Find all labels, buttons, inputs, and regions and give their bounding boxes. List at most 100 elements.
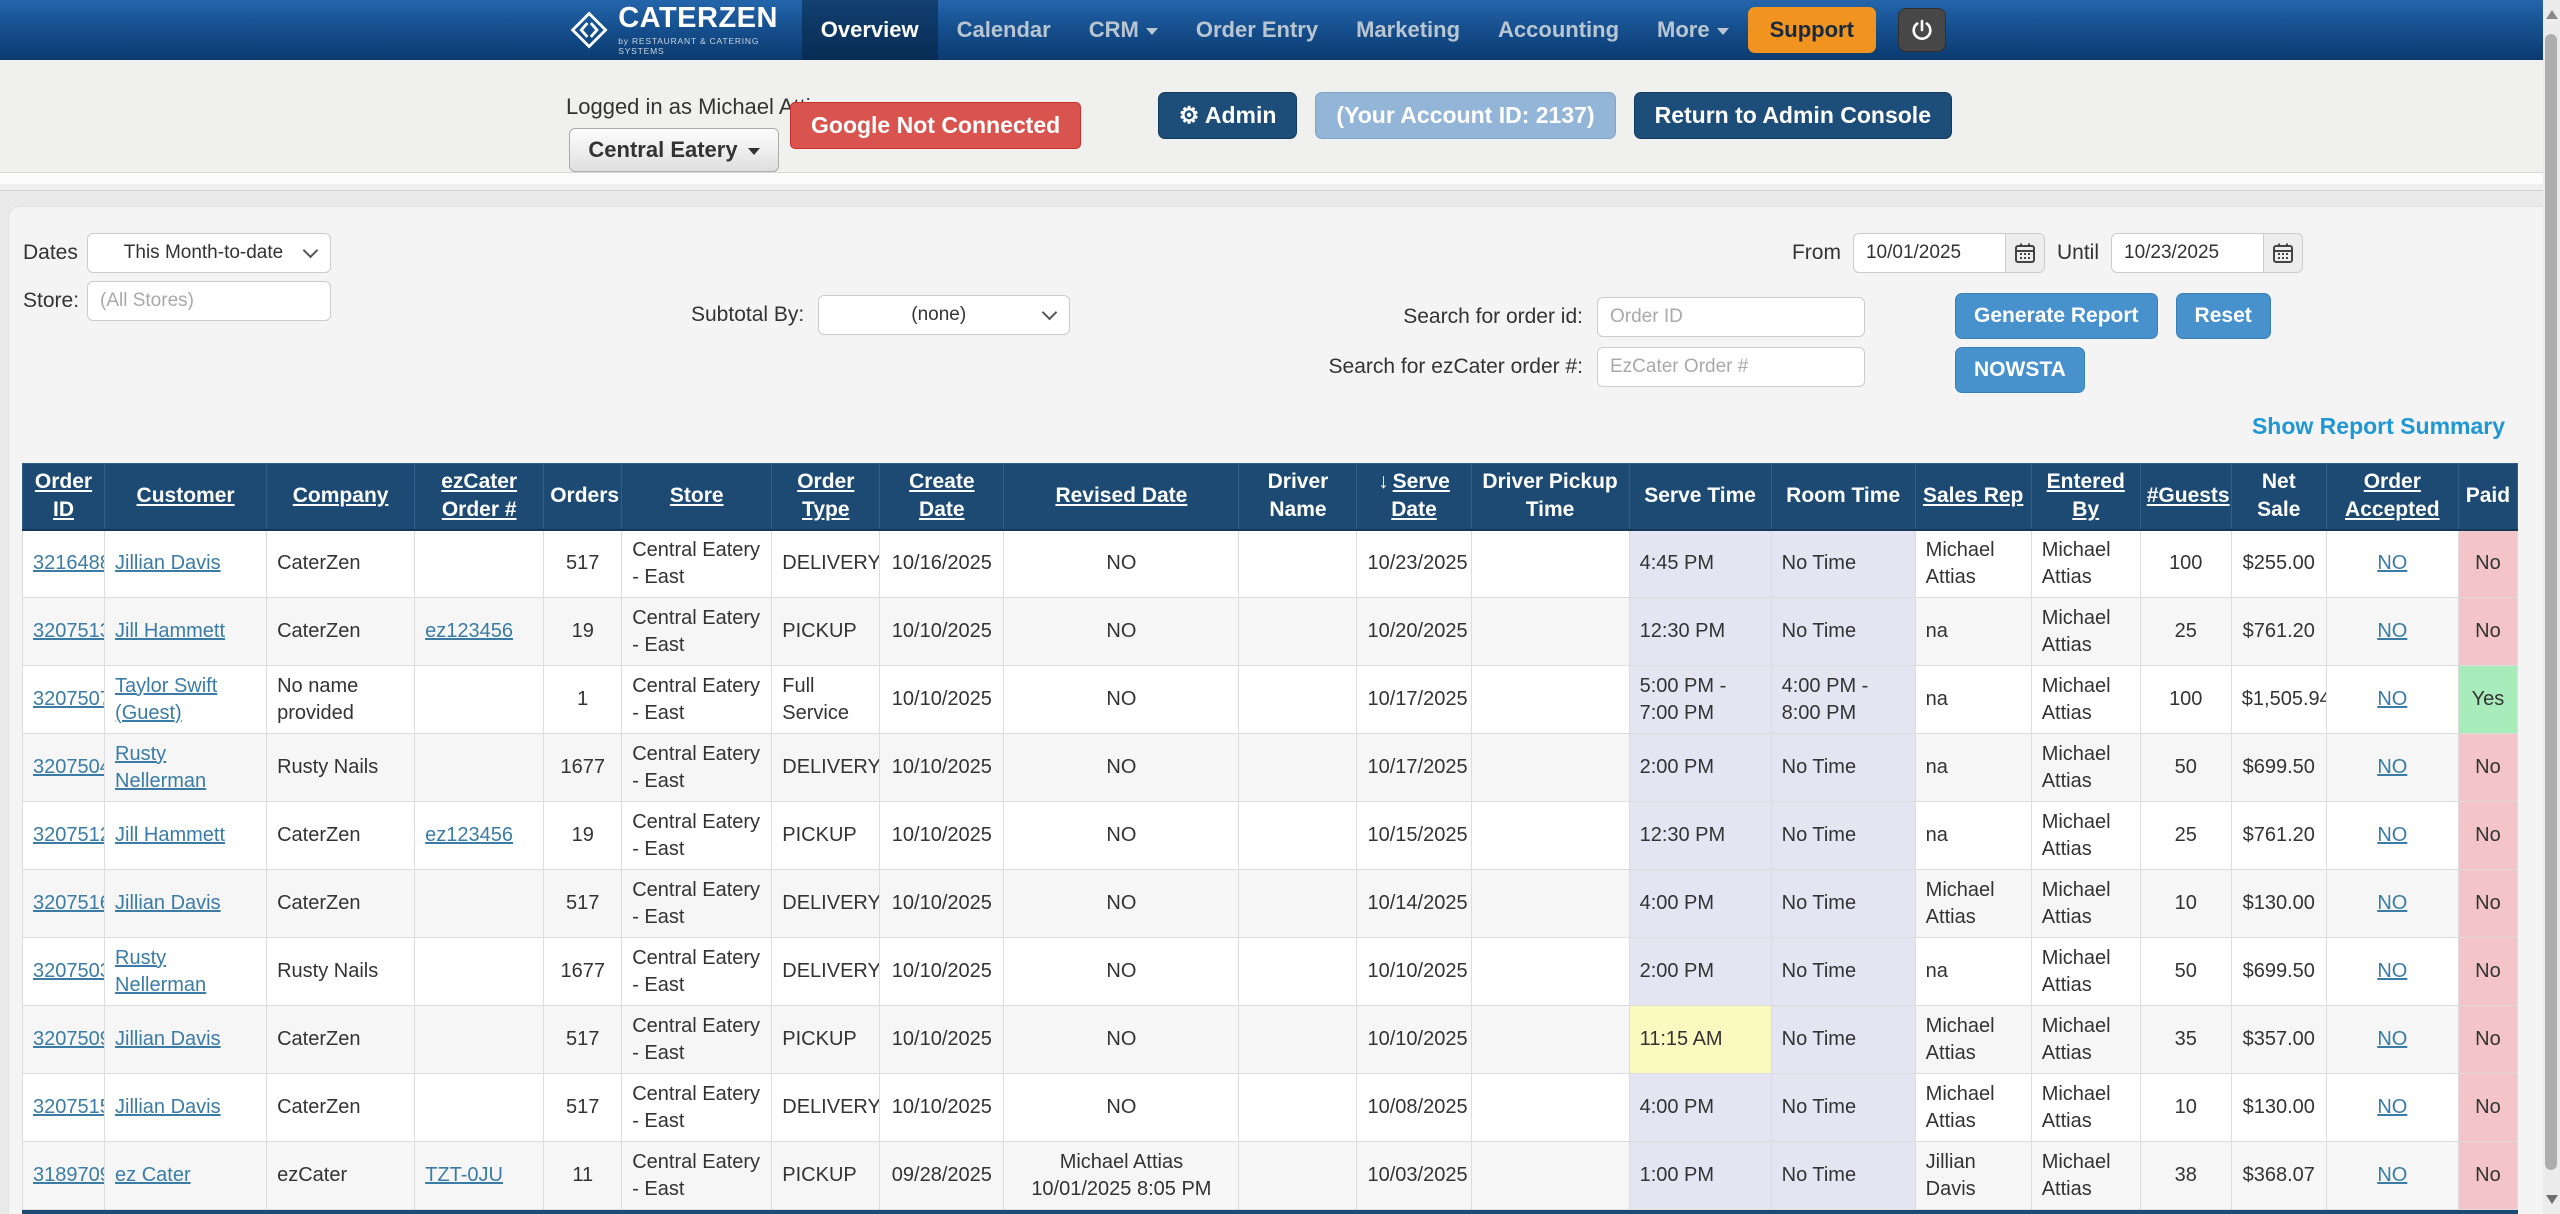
accepted-link[interactable]: NO — [2377, 1028, 2407, 1050]
caterzen-logo[interactable]: CATERZEN by RESTAURANT & CATERING SYSTEM… — [570, 0, 784, 60]
accepted-link[interactable]: NO — [2377, 1096, 2407, 1118]
customer-link[interactable]: Jillian Davis — [115, 1096, 221, 1118]
order-id-link[interactable]: 3207507 — [33, 688, 105, 710]
order-id-link[interactable]: 3189709 — [33, 1164, 105, 1186]
cell-ezcater — [415, 1074, 544, 1142]
accepted-link[interactable]: NO — [2377, 892, 2407, 914]
subtotal-select[interactable]: (none) — [818, 295, 1070, 335]
col-header-company[interactable]: Company — [267, 464, 415, 530]
account-header: Logged in as Michael Attias Central Eate… — [0, 60, 2560, 173]
store-selector-button[interactable]: Central Eatery — [569, 128, 778, 172]
google-status-button[interactable]: Google Not Connected — [790, 102, 1081, 149]
accepted-link[interactable]: NO — [2377, 960, 2407, 982]
accepted-link[interactable]: NO — [2377, 1164, 2407, 1186]
vertical-scrollbar[interactable] — [2543, 0, 2560, 1214]
table-row: 3207515Jillian DavisCaterZen517Central E… — [23, 1074, 2518, 1142]
nav-item-order-entry[interactable]: Order Entry — [1177, 0, 1337, 60]
col-header-accepted[interactable]: Order Accepted — [2326, 464, 2458, 530]
from-calendar-button[interactable] — [2005, 233, 2045, 273]
customer-link[interactable]: Rusty Nellerman — [115, 947, 206, 996]
order-id-link[interactable]: 3207504 — [33, 756, 105, 778]
nav-item-more[interactable]: More — [1638, 0, 1748, 60]
col-header-create-date[interactable]: Create Date — [880, 464, 1004, 530]
cell-store: Central Eatery - East — [622, 666, 772, 734]
from-date-input[interactable] — [1853, 233, 2005, 273]
logout-button[interactable] — [1898, 8, 1946, 52]
scroll-up-arrow-icon[interactable] — [2546, 10, 2558, 19]
store-input[interactable] — [87, 281, 331, 321]
col-header-revised[interactable]: Revised Date — [1004, 464, 1239, 530]
generate-report-button[interactable]: Generate Report — [1955, 293, 2158, 339]
cell-driver-name — [1239, 598, 1357, 666]
dates-label: Dates — [23, 241, 87, 265]
customer-link[interactable]: Jill Hammett — [115, 620, 225, 642]
col-header-sales-rep[interactable]: Sales Rep — [1915, 464, 2031, 530]
customer-link[interactable]: Jillian Davis — [115, 552, 221, 574]
customer-link[interactable]: Jillian Davis — [115, 1028, 221, 1050]
cell-create-date: 10/10/2025 — [880, 1074, 1004, 1142]
support-button[interactable]: Support — [1748, 7, 1876, 53]
until-date-input[interactable] — [2111, 233, 2263, 273]
cell-accepted: NO — [2326, 802, 2458, 870]
order-id-link[interactable]: 3207512 — [33, 824, 105, 846]
order-id-link[interactable]: 3207503 — [33, 960, 105, 982]
cell-orders: 1 — [544, 666, 622, 734]
customer-link[interactable]: Rusty Nellerman — [115, 743, 206, 792]
cell-order-type: PICKUP — [772, 1006, 880, 1074]
col-header-order-id[interactable]: Order ID — [23, 464, 105, 530]
accepted-link[interactable]: NO — [2377, 688, 2407, 710]
scrollbar-thumb[interactable] — [2545, 34, 2557, 1170]
show-report-summary-link[interactable]: Show Report Summary — [2252, 413, 2505, 440]
ezcater-link[interactable]: ez123456 — [425, 620, 513, 642]
nowsta-button[interactable]: NOWSTA — [1955, 347, 2085, 393]
reset-button[interactable]: Reset — [2176, 293, 2271, 339]
accepted-link[interactable]: NO — [2377, 824, 2407, 846]
customer-link[interactable]: Taylor Swift (Guest) — [115, 675, 217, 724]
nav-item-overview[interactable]: Overview — [802, 0, 938, 60]
col-header-customer[interactable]: Customer — [105, 464, 267, 530]
cell-sales-rep: na — [1915, 666, 2031, 734]
cell-serve-time: 5:00 PM - 7:00 PM — [1629, 666, 1771, 734]
cell-revised: NO — [1004, 1074, 1239, 1142]
cell-order-id: 3207512 — [23, 802, 105, 870]
nav-item-accounting[interactable]: Accounting — [1479, 0, 1638, 60]
cell-serve-time: 2:00 PM — [1629, 734, 1771, 802]
cell-sales-rep: Jillian Davis — [1915, 1142, 2031, 1210]
cell-entered-by: Michael Attias — [2031, 802, 2140, 870]
cell-entered-by: Michael Attias — [2031, 734, 2140, 802]
customer-link[interactable]: Jillian Davis — [115, 892, 221, 914]
col-header-store[interactable]: Store — [622, 464, 772, 530]
cell-store: Central Eatery - East — [622, 1006, 772, 1074]
scroll-down-arrow-icon[interactable] — [2546, 1195, 2558, 1204]
cell-paid: No — [2458, 938, 2517, 1006]
ezcater-search-input[interactable] — [1597, 347, 1865, 387]
accepted-link[interactable]: NO — [2377, 620, 2407, 642]
col-header-guests[interactable]: #Guests — [2140, 464, 2231, 530]
dates-select[interactable]: This Month-to-date — [87, 233, 331, 273]
col-header-ezcater[interactable]: ezCater Order # — [415, 464, 544, 530]
col-header-serve-date[interactable]: ↓Serve Date — [1357, 464, 1471, 530]
nav-item-calendar[interactable]: Calendar — [938, 0, 1070, 60]
sort-desc-icon: ↓ — [1378, 470, 1389, 493]
order-id-search-input[interactable] — [1597, 297, 1865, 337]
col-header-entered-by[interactable]: Entered By — [2031, 464, 2140, 530]
admin-button[interactable]: ⚙ Admin — [1158, 92, 1298, 139]
order-id-link[interactable]: 3207515 — [33, 1096, 105, 1118]
nav-item-marketing[interactable]: Marketing — [1337, 0, 1479, 60]
account-id-button[interactable]: (Your Account ID: 2137) — [1315, 92, 1615, 139]
col-header-order-type[interactable]: Order Type — [772, 464, 880, 530]
customer-link[interactable]: ez Cater — [115, 1164, 191, 1186]
order-id-link[interactable]: 3207516 — [33, 892, 105, 914]
accepted-link[interactable]: NO — [2377, 756, 2407, 778]
cell-order-type: DELIVERY — [772, 1074, 880, 1142]
until-calendar-button[interactable] — [2263, 233, 2303, 273]
nav-item-crm[interactable]: CRM — [1070, 0, 1177, 60]
accepted-link[interactable]: NO — [2377, 552, 2407, 574]
ezcater-link[interactable]: TZT-0JU — [425, 1164, 503, 1186]
order-id-link[interactable]: 3207509 — [33, 1028, 105, 1050]
order-id-link[interactable]: 3216488 — [33, 552, 105, 574]
return-admin-console-button[interactable]: Return to Admin Console — [1634, 92, 1952, 139]
ezcater-link[interactable]: ez123456 — [425, 824, 513, 846]
order-id-link[interactable]: 3207513 — [33, 620, 105, 642]
customer-link[interactable]: Jill Hammett — [115, 824, 225, 846]
